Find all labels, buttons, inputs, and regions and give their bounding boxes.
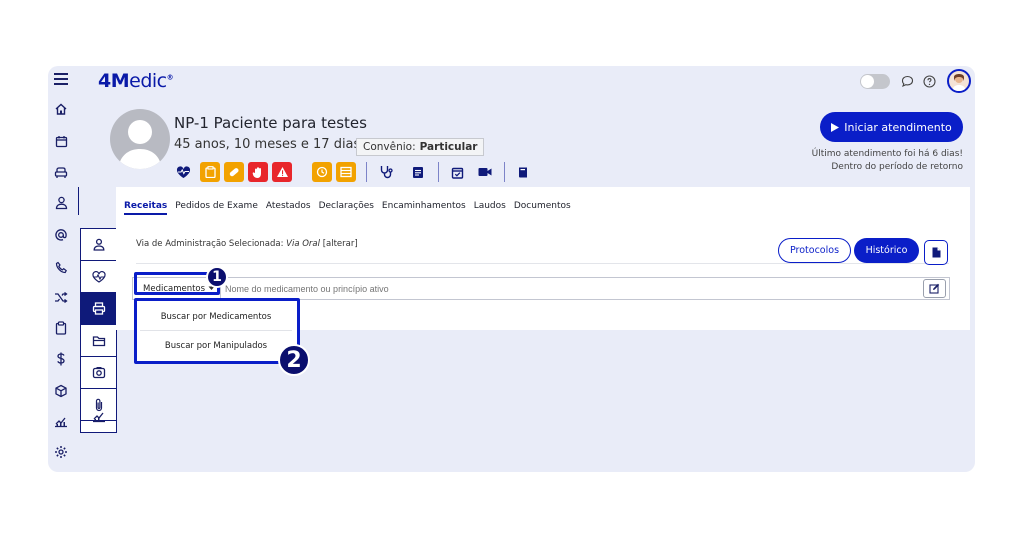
record-stats-icon[interactable] [92, 409, 106, 423]
toolbar-clipboard-button[interactable] [200, 162, 220, 182]
toolbar-history-button[interactable] [312, 162, 332, 182]
at-sign-icon[interactable] [52, 226, 70, 244]
medication-type-dropdown: Buscar por Medicamentos Buscar por Manip… [134, 298, 300, 364]
patients-icon[interactable] [52, 194, 70, 212]
divider [136, 263, 949, 264]
app-logo: 4Medic® [98, 70, 174, 92]
book-icon[interactable] [515, 164, 531, 180]
callout-badge-2: 2 [278, 344, 310, 376]
administration-route: Via de Administração Selecionada: Via Or… [136, 239, 358, 249]
tab-laudos[interactable]: Laudos [474, 201, 506, 215]
return-period-text: Dentro do período de retorno [831, 162, 963, 172]
administration-route-value: Via Oral [286, 239, 320, 249]
video-icon[interactable] [477, 164, 493, 180]
stats-icon[interactable] [52, 412, 70, 430]
menu-icon[interactable] [53, 72, 69, 86]
dropdown-item-compounded[interactable]: Buscar por Manipulados [140, 332, 292, 360]
chat-icon[interactable] [900, 74, 914, 88]
dollar-icon[interactable] [52, 350, 70, 368]
waiting-room-icon[interactable] [52, 163, 70, 181]
change-route-link[interactable]: [alterar] [323, 239, 358, 249]
edit-icon [929, 283, 940, 294]
notes-icon[interactable] [410, 164, 426, 180]
tab-documentos[interactable]: Documentos [514, 201, 571, 215]
package-icon[interactable] [52, 382, 70, 400]
callout-badge-1: 1 [206, 266, 228, 288]
record-tabs: Receitas Pedidos de Exame Atestados Decl… [124, 201, 579, 215]
tab-pedidos-de-exame[interactable]: Pedidos de Exame [175, 201, 258, 215]
help-icon[interactable] [922, 74, 936, 88]
patient-age: 45 anos, 10 meses e 17 dias [174, 137, 361, 152]
record-vitals-button[interactable] [81, 261, 116, 293]
insurance-badge: Convênio: Particular [356, 138, 485, 156]
active-indicator [78, 187, 79, 215]
history-button[interactable]: Histórico [854, 238, 919, 263]
insurance-value: Particular [419, 141, 478, 153]
clipboard-icon[interactable] [52, 319, 70, 337]
last-attendance-text: Último atendimento foi há 6 dias! [811, 149, 963, 159]
toolbar-records-button[interactable] [336, 162, 356, 182]
record-sections-column [80, 228, 117, 433]
toolbar-divider-2 [438, 162, 439, 182]
protocols-button[interactable]: Protocolos [778, 238, 851, 263]
phone-icon[interactable] [52, 258, 70, 276]
record-prescription-button[interactable] [81, 293, 116, 325]
start-attendance-button[interactable]: Iniciar atendimento [820, 112, 963, 142]
record-folder-button[interactable] [81, 325, 116, 357]
stethoscope-icon[interactable] [378, 164, 394, 180]
home-icon[interactable] [52, 100, 70, 118]
tab-declaracoes[interactable]: Declarações [319, 201, 374, 215]
toolbar-divider-3 [504, 162, 505, 182]
patient-name: NP-1 Paciente para testes [174, 114, 367, 132]
tab-encaminhamentos[interactable]: Encaminhamentos [382, 201, 466, 215]
calendar-check-icon[interactable] [449, 164, 465, 180]
play-icon [831, 122, 840, 132]
patient-avatar [110, 109, 170, 169]
toolbar-divider [366, 162, 367, 182]
record-camera-button[interactable] [81, 357, 116, 389]
toolbar-alert-button[interactable] [272, 162, 292, 182]
medication-search-row: Medicamentos [132, 277, 950, 300]
dark-mode-toggle[interactable] [860, 74, 890, 89]
tab-atestados[interactable]: Atestados [266, 201, 311, 215]
start-attendance-label: Iniciar atendimento [844, 120, 952, 134]
medication-search-input[interactable] [225, 278, 825, 299]
toolbar-allergy-button[interactable] [248, 162, 268, 182]
record-patient-button[interactable] [81, 229, 116, 261]
document-button[interactable] [924, 240, 948, 265]
app-window: 4Medic® NP-1 Paciente para testes 45 ano… [48, 66, 975, 472]
manual-entry-button[interactable] [923, 279, 946, 298]
shuffle-icon[interactable] [52, 288, 70, 306]
toolbar-pill-button[interactable] [224, 162, 244, 182]
settings-icon[interactable] [52, 443, 70, 461]
user-avatar[interactable] [947, 69, 971, 93]
document-icon [932, 247, 940, 258]
last-attendance-info: Último atendimento foi há 6 dias! Dentro… [812, 148, 963, 174]
dropdown-item-medications[interactable]: Buscar por Medicamentos [140, 303, 292, 331]
calendar-icon[interactable] [52, 132, 70, 150]
tab-receitas[interactable]: Receitas [124, 201, 168, 215]
administration-route-label: Via de Administração Selecionada: [136, 239, 284, 249]
insurance-label: Convênio: [363, 141, 416, 153]
heart-rate-icon[interactable] [175, 164, 191, 180]
